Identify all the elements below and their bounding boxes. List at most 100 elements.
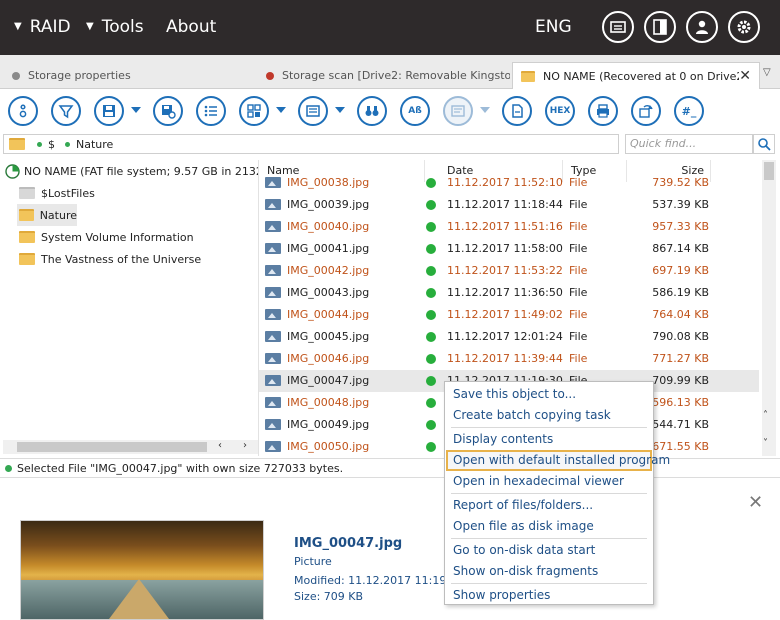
- file-icon[interactable]: [502, 96, 532, 126]
- file-type: File: [569, 308, 588, 321]
- scroll-up-icon[interactable]: ˄: [763, 410, 768, 421]
- breadcrumb-current[interactable]: Nature: [76, 138, 113, 151]
- status-dot: [5, 464, 12, 472]
- menu-separator: [451, 538, 647, 539]
- table-row[interactable]: IMG_00039.jpg 11.12.2017 11:18:44 File 537.…: [259, 194, 759, 216]
- scroll-down-icon[interactable]: ˅: [763, 438, 768, 449]
- view-dropdown-caret-icon[interactable]: [276, 107, 286, 113]
- tab-list-dropdown-icon[interactable]: ▽: [763, 67, 771, 78]
- tab-status-dot: [12, 71, 20, 80]
- file-date: 11.12.2017 11:58:00: [447, 242, 563, 255]
- table-row[interactable]: IMG_00042.jpg 11.12.2017 11:53:22 File 697.…: [259, 260, 759, 282]
- tree-item-system-volume-information[interactable]: System Volume Information: [19, 226, 194, 248]
- menu-item-go-to-on-disk-data-start[interactable]: Go to on-disk data start: [446, 540, 652, 561]
- table-row[interactable]: IMG_00045.jpg 11.12.2017 12:01:24 File 790.…: [259, 326, 759, 348]
- preview-file-kind: Picture: [294, 555, 332, 568]
- menu-raid[interactable]: ▼ RAID: [14, 17, 71, 37]
- file-size: 671.55 KB: [652, 440, 709, 453]
- tab-bar: Storage properties Storage scan [Drive2:…: [0, 55, 780, 89]
- info-icon[interactable]: [8, 96, 38, 126]
- scrollbar-thumb[interactable]: [17, 442, 207, 452]
- print-icon[interactable]: [588, 96, 618, 126]
- file-size: 596.13 KB: [652, 396, 709, 409]
- messages-icon[interactable]: [602, 11, 634, 43]
- breadcrumb[interactable]: $ Nature: [3, 134, 619, 154]
- file-name: IMG_00045.jpg: [287, 330, 370, 343]
- close-icon[interactable]: ✕: [739, 68, 751, 84]
- file-size: 867.14 KB: [652, 242, 709, 255]
- settings-gear-icon[interactable]: [728, 11, 760, 43]
- image-view-icon[interactable]: [443, 96, 473, 126]
- view-mode-icon[interactable]: [239, 96, 269, 126]
- tab-storage-properties[interactable]: Storage properties: [12, 62, 252, 89]
- file-status-dot: [426, 398, 436, 408]
- menu-item-show-properties[interactable]: Show properties: [446, 585, 652, 606]
- file-name: IMG_00040.jpg: [287, 220, 370, 233]
- menu-item-save-this-object-to[interactable]: Save this object to...: [446, 384, 652, 405]
- tree-root[interactable]: NO NAME (FAT file system; 9.57 GB in 213…: [5, 160, 290, 182]
- menu-item-open-with-default-installed-program[interactable]: Open with default installed program: [446, 450, 670, 471]
- title-bar: ▼ RAID ▼ Tools About ENG: [0, 0, 780, 55]
- scroll-left-icon[interactable]: ‹: [218, 440, 222, 451]
- scrollbar-thumb[interactable]: [764, 162, 774, 180]
- hex-icon[interactable]: HEX: [545, 96, 575, 126]
- tab-storage-scan[interactable]: Storage scan [Drive2: Removable Kingston…: [266, 62, 510, 89]
- table-row[interactable]: IMG_00044.jpg 11.12.2017 11:49:02 File 764.…: [259, 304, 759, 326]
- tab-recovered-volume[interactable]: NO NAME (Recovered at 0 on Drive2:... ✕: [512, 62, 760, 89]
- table-row[interactable]: IMG_00046.jpg 11.12.2017 11:39:44 File 771.…: [259, 348, 759, 370]
- picture-file-icon: [265, 199, 281, 210]
- panel-icon[interactable]: [298, 96, 328, 126]
- file-name: IMG_00047.jpg: [287, 374, 370, 387]
- refresh-icon[interactable]: [631, 96, 661, 126]
- table-row[interactable]: IMG_00043.jpg 11.12.2017 11:36:50 File 586.…: [259, 282, 759, 304]
- file-type: File: [569, 220, 588, 233]
- menu-about[interactable]: About: [166, 17, 216, 37]
- close-icon[interactable]: ✕: [748, 492, 763, 513]
- menu-item-open-in-hexadecimal-viewer[interactable]: Open in hexadecimal viewer: [446, 471, 652, 492]
- tree-item-lostfiles[interactable]: $LostFiles: [19, 182, 95, 204]
- status-text: Selected File "IMG_00047.jpg" with own s…: [17, 461, 344, 475]
- picture-file-icon: [265, 265, 281, 276]
- text-view-icon[interactable]: Aß: [400, 96, 430, 126]
- picture-file-icon: [265, 287, 281, 298]
- save-icon[interactable]: [94, 96, 124, 126]
- scroll-right-icon[interactable]: ›: [243, 440, 247, 451]
- file-name: IMG_00048.jpg: [287, 396, 370, 409]
- quick-find-input[interactable]: Quick find...: [625, 134, 753, 154]
- table-row[interactable]: IMG_00041.jpg 11.12.2017 11:58:00 File 867.…: [259, 238, 759, 260]
- list-icon[interactable]: [196, 96, 226, 126]
- file-list-vertical-scrollbar[interactable]: ˄ ˅: [762, 160, 776, 456]
- file-type: File: [569, 242, 588, 255]
- context-menu: Save this object to... Create batch copyi…: [444, 381, 670, 606]
- save-tree-icon[interactable]: [153, 96, 183, 126]
- tree-item-nature[interactable]: Nature: [17, 204, 77, 226]
- file-type: File: [569, 330, 588, 343]
- file-status-dot: [426, 332, 436, 342]
- tree-horizontal-scrollbar[interactable]: ‹ ›: [3, 440, 258, 454]
- preview-modified: Modified: 11.12.2017 11:19:30: [294, 574, 465, 587]
- file-type: File: [569, 352, 588, 365]
- language-selector[interactable]: ENG: [535, 17, 572, 37]
- binoculars-icon[interactable]: [357, 96, 387, 126]
- menu-item-show-on-disk-fragments[interactable]: Show on-disk fragments: [446, 561, 652, 582]
- menu-tools[interactable]: ▼ Tools: [86, 17, 144, 37]
- image-view-dropdown-caret-icon[interactable]: [480, 107, 490, 113]
- breadcrumb-root[interactable]: $: [48, 138, 55, 151]
- menu-item-report-of-files-folders[interactable]: Report of files/folders...: [446, 495, 652, 516]
- tree-item-vastness-of-universe[interactable]: The Vastness of the Universe: [19, 248, 201, 270]
- picture-file-icon: [265, 177, 281, 188]
- panel-dropdown-caret-icon[interactable]: [335, 107, 345, 113]
- menu-item-display-contents[interactable]: Display contents: [446, 429, 652, 450]
- hash-icon[interactable]: #_: [674, 96, 704, 126]
- search-icon[interactable]: [753, 134, 775, 154]
- save-dropdown-caret-icon[interactable]: [131, 107, 141, 113]
- menu-item-open-file-as-disk-image[interactable]: Open file as disk image: [446, 516, 652, 537]
- table-row[interactable]: IMG_00038.jpg 11.12.2017 11:52:10 File 739.…: [259, 172, 759, 194]
- user-icon[interactable]: [686, 11, 718, 43]
- filter-icon[interactable]: [51, 96, 81, 126]
- table-row[interactable]: IMG_00040.jpg 11.12.2017 11:51:16 File 957.…: [259, 216, 759, 238]
- menu-item-create-batch-copying-task[interactable]: Create batch copying task: [446, 405, 652, 426]
- sidebar-toggle-icon[interactable]: [644, 11, 676, 43]
- file-name: IMG_00050.jpg: [287, 440, 370, 453]
- picture-file-icon: [265, 375, 281, 386]
